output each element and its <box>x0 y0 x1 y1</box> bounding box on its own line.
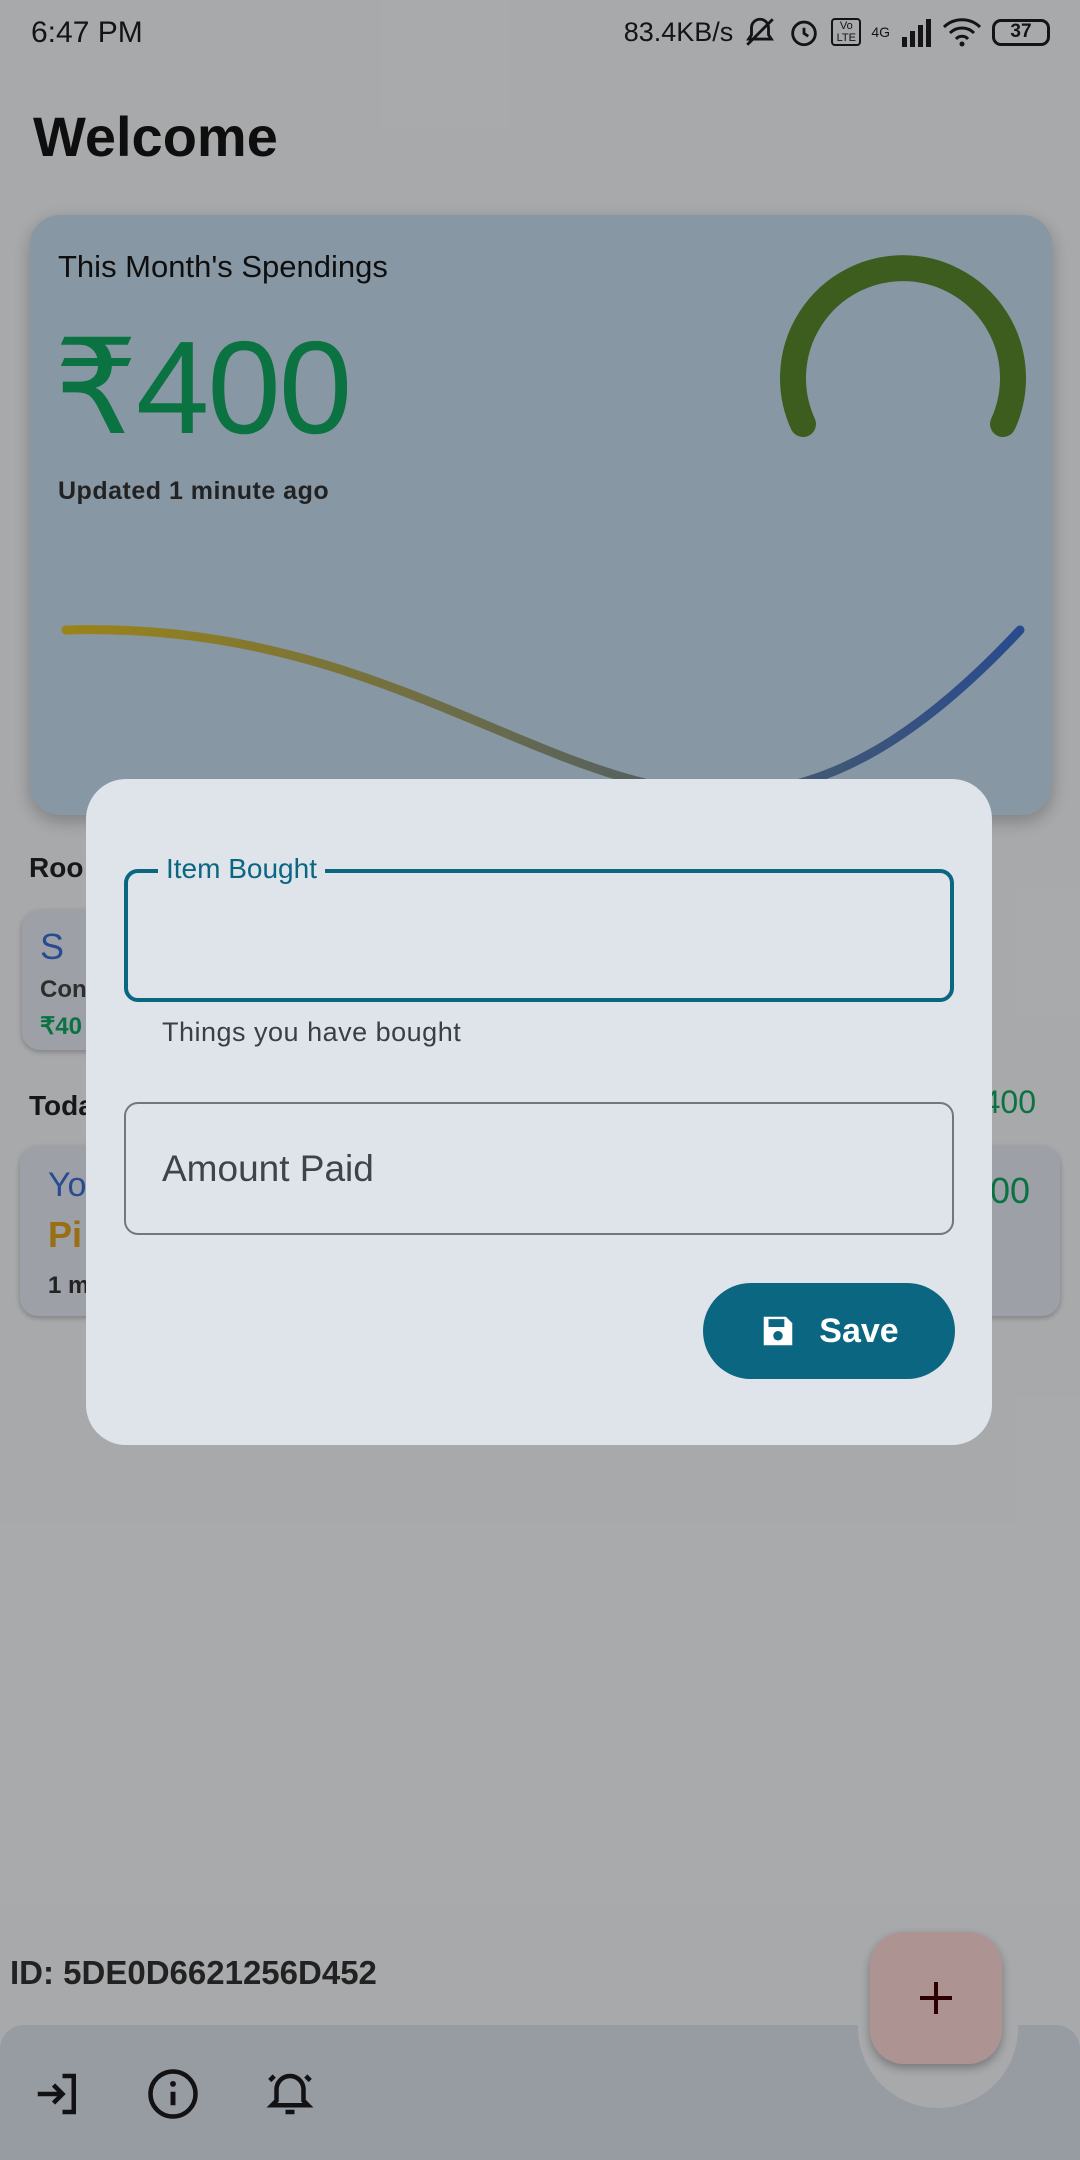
amount-paid-field[interactable]: Amount Paid <box>124 1102 954 1235</box>
item-bought-label: Item Bought <box>158 853 325 885</box>
amount-paid-label: Amount Paid <box>162 1148 374 1189</box>
save-icon <box>764 1316 793 1346</box>
add-item-dialog: Item Bought Things you have bought Amoun… <box>86 779 992 1445</box>
save-button[interactable]: Save <box>703 1283 955 1379</box>
item-bought-field[interactable]: Item Bought <box>124 853 954 1002</box>
save-label: Save <box>819 1311 899 1350</box>
item-bought-helper: Things you have bought <box>162 1017 462 1047</box>
